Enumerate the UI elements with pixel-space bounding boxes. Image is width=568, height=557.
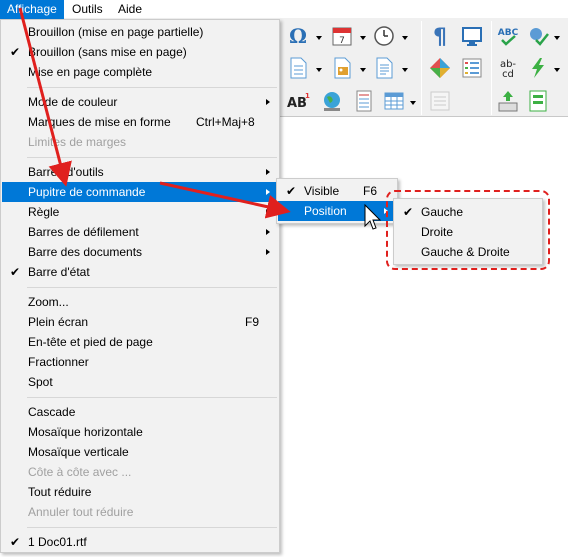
menu-item-header-footer[interactable]: En-tête et pied de page: [2, 332, 278, 352]
menu-separator: [27, 527, 277, 528]
toolbar: Ω 7 ¶ ABC ab-cd AB 1: [280, 19, 568, 117]
menu-item-visible[interactable]: ✔ Visible F6: [278, 181, 396, 201]
document-icon[interactable]: [286, 56, 310, 80]
shortcut-label: Ctrl+Maj+8: [196, 115, 255, 129]
chevron-down-icon[interactable]: [554, 36, 560, 40]
menu-item-position[interactable]: Position: [278, 201, 396, 221]
menu-separator: [27, 157, 277, 158]
menu-item-status-bar[interactable]: ✔ Barre d'état: [2, 262, 278, 282]
menubar: Affichage Outils Aide: [0, 0, 568, 19]
annotation-highlight-box: [386, 190, 550, 270]
toolbar-separator: [421, 21, 422, 115]
list-icon[interactable]: [460, 56, 484, 80]
calendar-icon[interactable]: 7: [330, 24, 354, 48]
menu-item-control-panel[interactable]: Pupitre de commande: [2, 182, 278, 202]
chevron-down-icon[interactable]: [554, 68, 560, 72]
view-menu: Brouillon (mise en page partielle) ✔ Bro…: [0, 19, 280, 553]
menu-item-recent-doc[interactable]: ✔ 1 Doc01.rtf: [2, 532, 278, 552]
page-break-icon[interactable]: [352, 89, 376, 113]
submenu-arrow-icon: [266, 189, 270, 195]
form-icon[interactable]: [526, 89, 550, 113]
svg-text:¶: ¶: [433, 25, 447, 48]
menu-item-spot[interactable]: Spot: [2, 372, 278, 392]
shortcut-label: F6: [363, 184, 378, 198]
svg-text:AB: AB: [287, 96, 307, 111]
submenu-arrow-icon: [266, 249, 270, 255]
menu-separator: [27, 287, 277, 288]
pilcrow-icon[interactable]: ¶: [428, 24, 452, 48]
menu-item-side-by-side: Côte à côte avec ...: [28, 465, 132, 479]
menu-item-draft-no-layout[interactable]: ✔ Brouillon (sans mise en page): [2, 42, 278, 62]
submenu-arrow-icon: [266, 209, 270, 215]
globe-icon[interactable]: [320, 89, 344, 113]
styles-icon[interactable]: [428, 56, 452, 80]
menu-item-formatting-marks[interactable]: Marques de mise en forme Ctrl+Maj+8: [2, 112, 278, 132]
chevron-down-icon[interactable]: [316, 36, 322, 40]
text-document-icon[interactable]: [372, 56, 396, 80]
omega-icon[interactable]: Ω: [286, 24, 310, 48]
menu-item-toolbars[interactable]: Barres d'outils: [2, 162, 278, 182]
chevron-down-icon[interactable]: [360, 36, 366, 40]
submenu-arrow-icon: [266, 99, 270, 105]
picture-icon[interactable]: [330, 56, 354, 80]
menu-item-full-layout[interactable]: Mise en page complète: [2, 62, 278, 82]
menu-item-draft-partial[interactable]: Brouillon (mise en page partielle): [2, 22, 278, 42]
chevron-down-icon[interactable]: [410, 101, 416, 105]
clock-icon[interactable]: [372, 24, 396, 48]
checkmark-icon: ✔: [9, 535, 21, 549]
control-panel-submenu: ✔ Visible F6 Position: [276, 178, 398, 224]
checkmark-icon: ✔: [285, 184, 297, 198]
menu-outils[interactable]: Outils: [65, 0, 110, 19]
fullscreen-icon[interactable]: [460, 24, 484, 48]
svg-text:cd: cd: [502, 69, 514, 80]
menu-item-cascade[interactable]: Cascade: [2, 402, 278, 422]
menu-separator: [27, 397, 277, 398]
menu-item-ruler[interactable]: Règle: [2, 202, 278, 222]
menu-item-tile-horizontal[interactable]: Mosaïque horizontale: [2, 422, 278, 442]
submenu-arrow-icon: [266, 169, 270, 175]
chevron-down-icon[interactable]: [316, 68, 322, 72]
shortcut-label: F9: [245, 315, 260, 329]
chevron-down-icon[interactable]: [402, 36, 408, 40]
menu-item-zoom[interactable]: Zoom...: [2, 292, 278, 312]
chevron-down-icon[interactable]: [360, 68, 366, 72]
menu-item-undo-minimize-all: Annuler tout réduire: [28, 505, 134, 519]
disabled-list-icon: [428, 89, 452, 113]
submenu-arrow-icon: [266, 229, 270, 235]
spellcheck-icon[interactable]: ABC: [496, 24, 520, 48]
menu-item-color-mode[interactable]: Mode de couleur: [2, 92, 278, 112]
menu-item-scrollbars[interactable]: Barres de défilement: [2, 222, 278, 242]
checkmark-icon: ✔: [9, 265, 21, 279]
svg-text:1: 1: [305, 92, 310, 100]
menu-separator: [27, 87, 277, 88]
lightning-icon[interactable]: [526, 56, 550, 80]
menu-item-minimize-all[interactable]: Tout réduire: [2, 482, 278, 502]
wrench-check-icon[interactable]: [526, 24, 550, 48]
toolbar-separator: [491, 21, 492, 115]
svg-text:ABC: ABC: [498, 28, 519, 38]
menu-aide[interactable]: Aide: [111, 0, 149, 19]
menu-item-fullscreen[interactable]: Plein écran F9: [2, 312, 278, 332]
menu-item-margin-limits: Limites de marges: [28, 135, 127, 149]
hyphenation-icon[interactable]: ab-cd: [496, 56, 520, 80]
menu-item-tile-vertical[interactable]: Mosaïque verticale: [2, 442, 278, 462]
menu-item-split[interactable]: Fractionner: [2, 352, 278, 372]
svg-text:7: 7: [339, 36, 345, 46]
checkmark-icon: ✔: [9, 45, 21, 59]
menu-affichage[interactable]: Affichage: [0, 0, 64, 19]
menu-item-document-bar[interactable]: Barre des documents: [2, 242, 278, 262]
font-size-icon[interactable]: AB 1: [286, 89, 310, 113]
table-icon[interactable]: [382, 89, 406, 113]
svg-text:Ω: Ω: [289, 24, 307, 48]
keyboard-icon[interactable]: [496, 89, 520, 113]
chevron-down-icon[interactable]: [402, 68, 408, 72]
